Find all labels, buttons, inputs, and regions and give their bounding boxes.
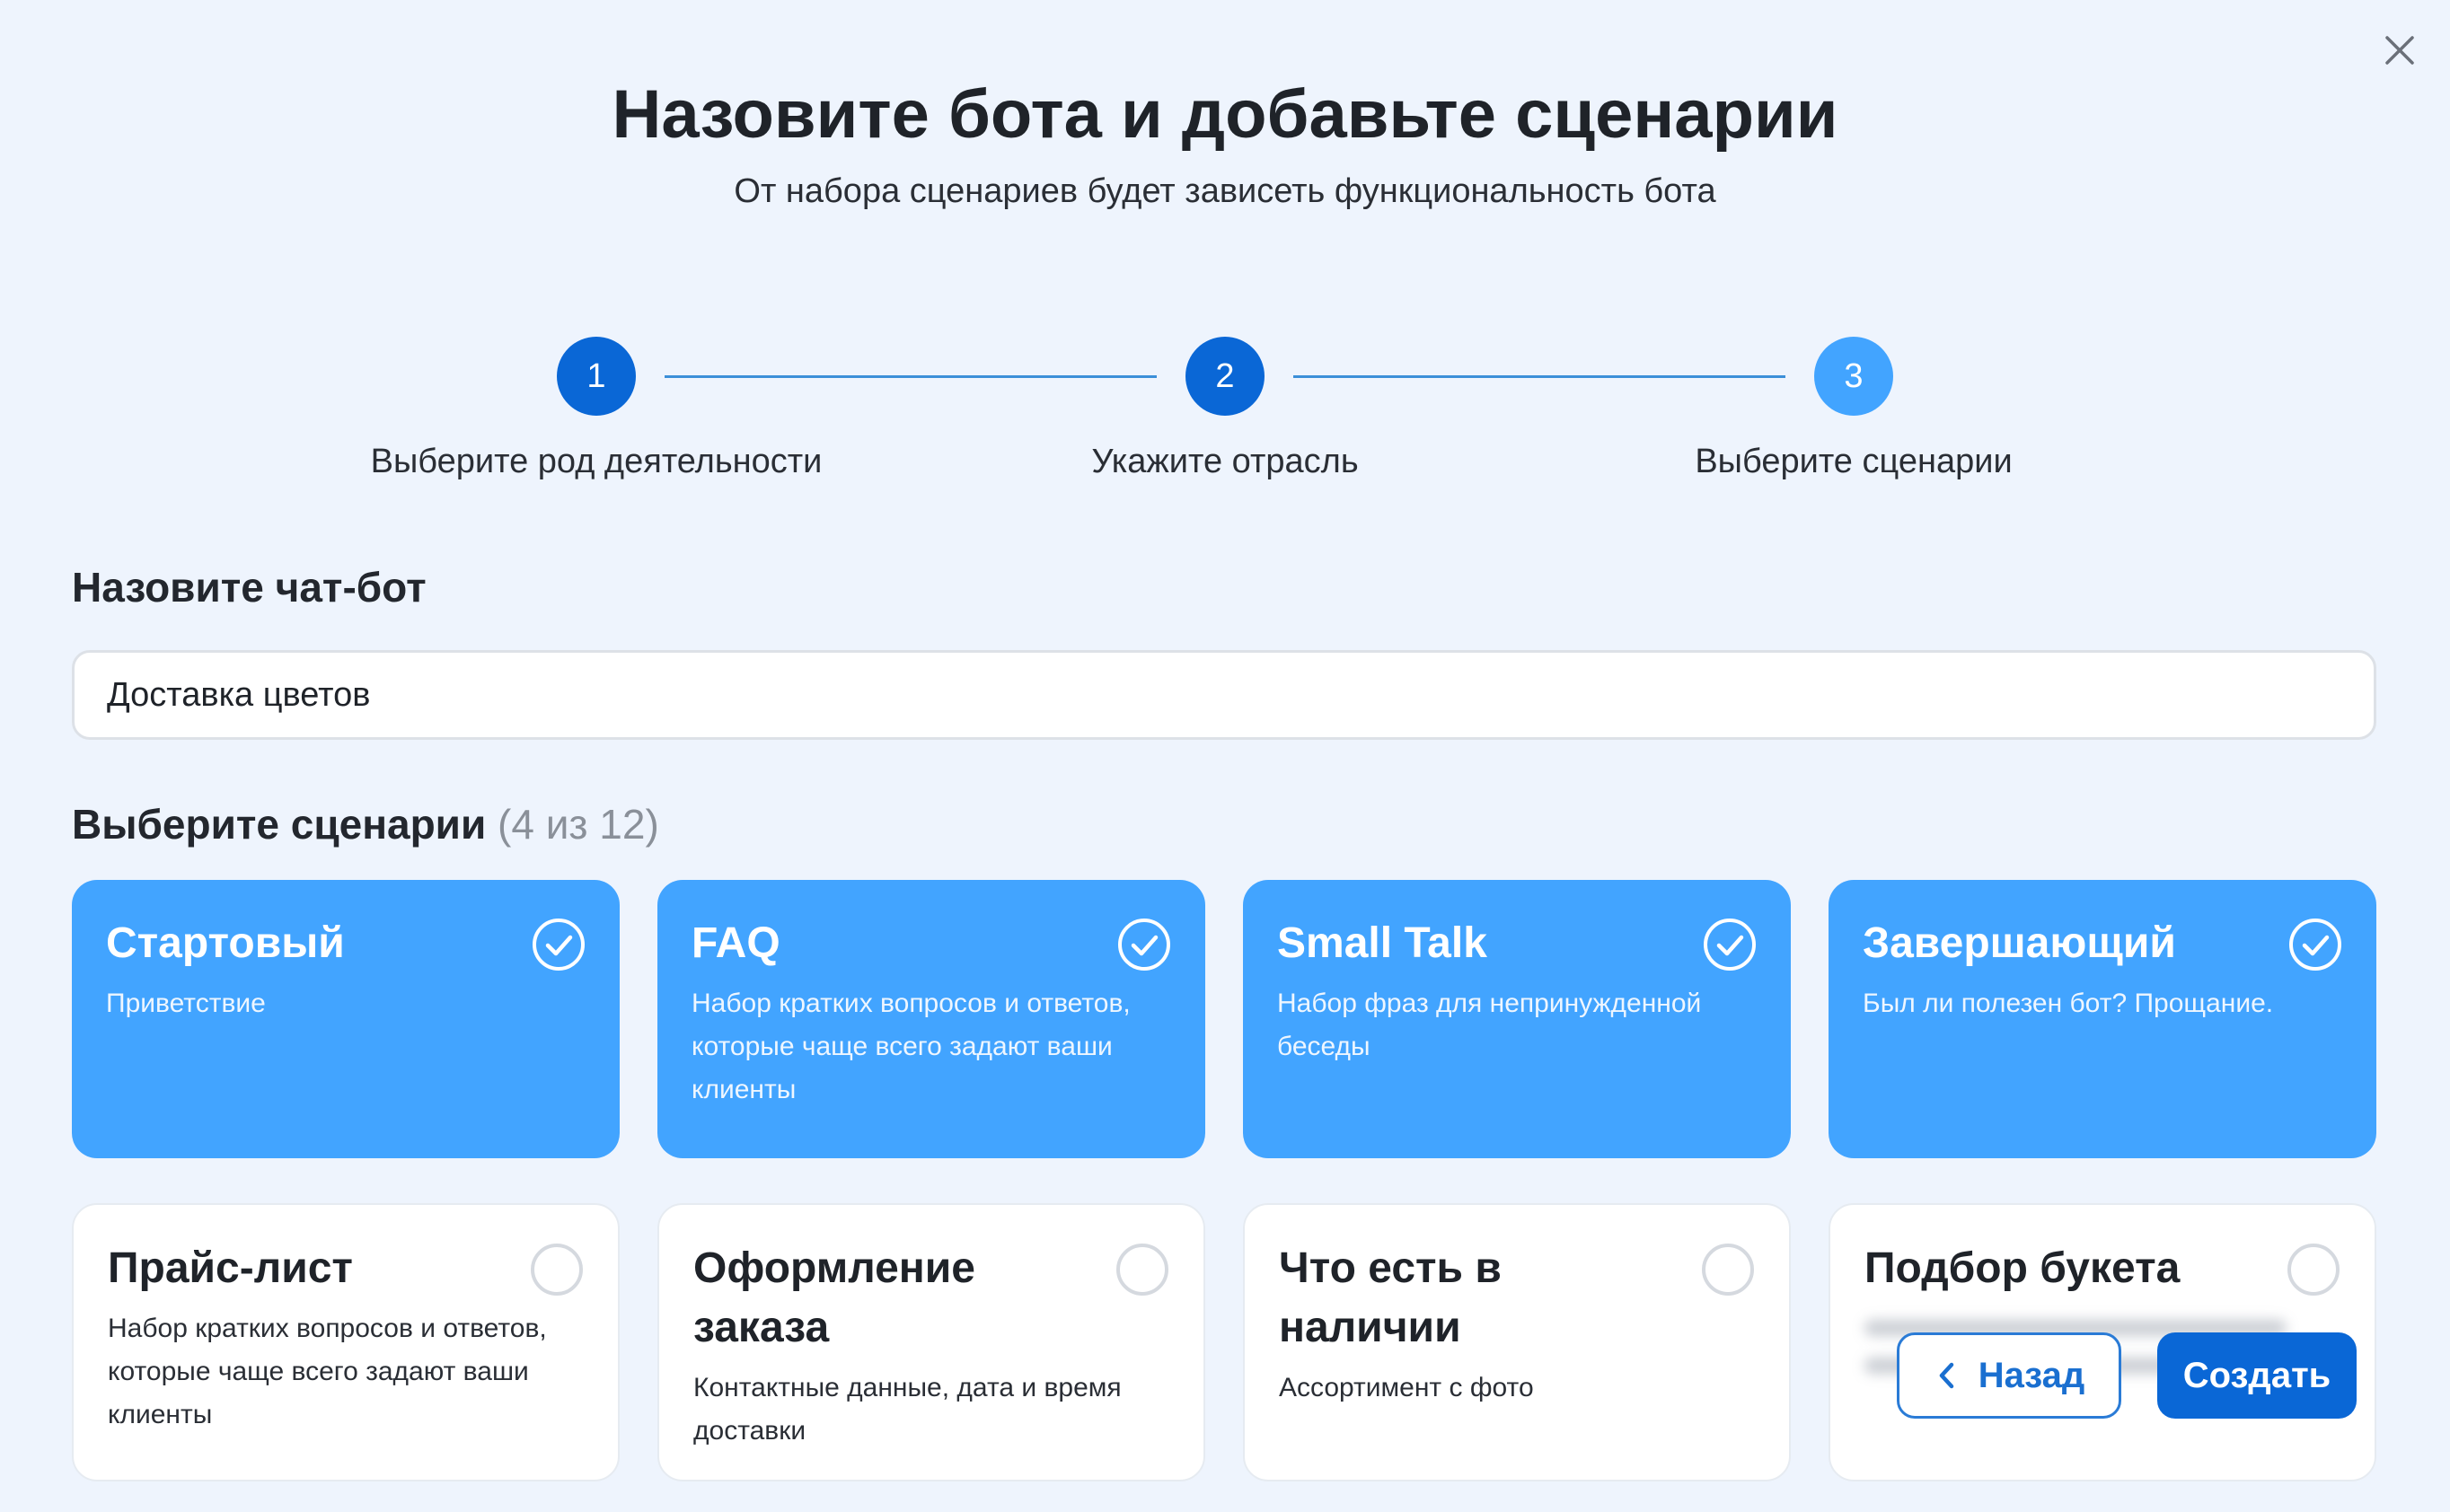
scenario-card-title: Что есть в наличии [1279,1244,1502,1351]
scenario-card-description: Был ли полезен бот? Прощание. [1863,989,2274,1018]
radio-empty-icon[interactable] [1701,1243,1755,1297]
close-button[interactable] [2380,31,2419,70]
radio-empty-icon[interactable] [530,1243,584,1297]
chevron-left-icon [1939,1362,1953,1389]
scenario-card-title: Прайс-лист [108,1244,353,1292]
step-3-label: Выберите сценарии [1695,443,2013,480]
step-1-circle: 1 [557,337,636,416]
check-circle-icon[interactable] [2288,918,2342,971]
step-1-label: Выберите род деятельности [370,443,823,480]
scenario-card-description: Набор кратких вопросов и ответов, которы… [108,1314,547,1429]
back-button-label: Назад [1978,1355,2085,1395]
scenario-card-in-stock[interactable]: Что есть в наличии Ассортимент с фото [1243,1203,1791,1481]
check-circle-icon[interactable] [1117,918,1171,971]
create-button[interactable]: Создать [2157,1332,2357,1419]
scenario-card-description: Контактные данные, дата и время доставки [693,1373,1122,1446]
create-bot-modal: Назовите бота и добавьте сценарии От наб… [0,0,2450,1512]
check-circle-icon[interactable] [1703,918,1757,971]
scenario-card-title: Подбор букета [1864,1244,2181,1292]
bot-name-label: Назовите чат-бот [72,564,427,611]
scenario-card-title: Завершающий [1863,919,2176,967]
radio-empty-icon[interactable] [1115,1243,1169,1297]
scenario-card-description: Набор кратких вопросов и ответов, которы… [692,989,1131,1104]
radio-empty-icon[interactable] [2287,1243,2340,1297]
scenario-card-start[interactable]: Стартовый Приветствие [72,880,620,1158]
back-button[interactable]: Назад [1897,1332,2121,1419]
bot-name-input[interactable] [72,650,2376,740]
scenario-card-title: Стартовый [106,919,345,967]
step-1: 1 Выберите род деятельности [318,337,875,484]
scenarios-label-text: Выберите сценарии [72,801,487,848]
step-3-circle: 3 [1814,337,1893,416]
close-icon [2385,36,2414,65]
create-button-label: Создать [2182,1355,2331,1395]
page-title: Назовите бота и добавьте сценарии [612,76,1838,153]
step-2-circle: 2 [1185,337,1265,416]
scenario-card-title: Оформление заказа [693,1244,975,1351]
scenario-card-order[interactable]: Оформление заказа Контактные данные, дат… [657,1203,1205,1481]
scenario-card-closing[interactable]: Завершающий Был ли полезен бот? Прощание… [1829,880,2376,1158]
step-3: 3 Выберите сценарии [1575,337,2132,484]
scenario-card-title: FAQ [692,919,780,967]
step-2-label: Укажите отрасль [1091,443,1359,480]
scenario-card-description: Набор фраз для непринужденной беседы [1277,989,1702,1061]
scenario-card-price-list[interactable]: Прайс-лист Набор кратких вопросов и отве… [72,1203,620,1481]
scenario-card-description: Приветствие [106,989,266,1018]
scenario-card-title: Small Talk [1277,919,1487,967]
scenarios-label: Выберите сценарии (4 из 12) [72,797,659,851]
step-2: 2 Укажите отрасль [947,337,1503,484]
scenarios-count: (4 из 12) [498,801,659,848]
page-subtitle: От набора сценариев будет зависеть функц… [734,172,1716,210]
check-circle-icon[interactable] [532,918,586,971]
scenario-card-small-talk[interactable]: Small Talk Набор фраз для непринужденной… [1243,880,1791,1158]
scenario-card-description: Ассортимент с фото [1279,1373,1534,1402]
scenario-card-faq[interactable]: FAQ Набор кратких вопросов и ответов, ко… [657,880,1205,1158]
